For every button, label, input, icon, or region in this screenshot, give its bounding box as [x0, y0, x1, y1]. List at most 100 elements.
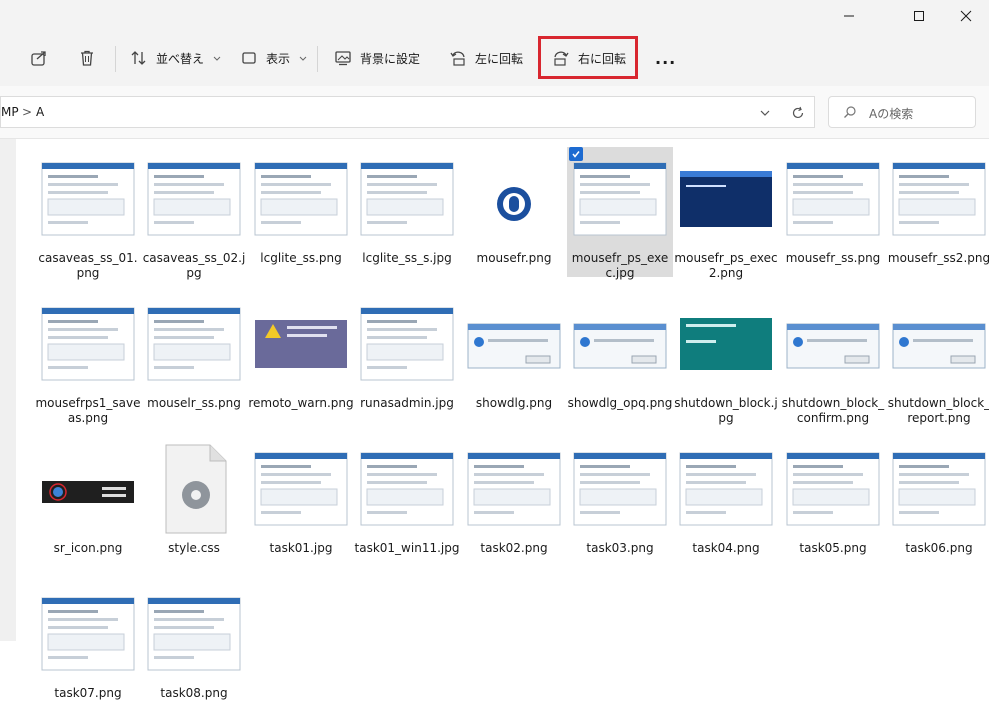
address-row: MP > A Aの検索	[0, 86, 989, 139]
file-thumbnail	[251, 439, 351, 539]
file-name: mousefr_ps_exec2.png	[674, 251, 778, 280]
file-thumbnail	[144, 294, 244, 394]
file-name: mousefr_ss.png	[785, 251, 881, 265]
toolbar-divider	[115, 46, 116, 72]
file-thumbnail	[357, 439, 457, 539]
address-bar[interactable]: MP > A	[0, 96, 815, 128]
maximize-button[interactable]	[896, 0, 942, 32]
file-thumbnail	[251, 294, 351, 394]
file-name: lcglite_ss.png	[260, 251, 342, 265]
file-thumbnail	[38, 294, 138, 394]
file-name: task06.png	[905, 541, 973, 555]
more-options-button[interactable]: ...	[655, 42, 676, 74]
file-name: task07.png	[54, 686, 122, 700]
file-name: task08.png	[160, 686, 228, 700]
file-name: shutdown_block_confirm.png	[781, 396, 885, 425]
maximize-icon	[914, 11, 924, 21]
file-thumbnail	[570, 294, 670, 394]
search-box[interactable]: Aの検索	[828, 96, 976, 128]
breadcrumb-separator: >	[22, 105, 33, 119]
rotate-left-label: 左に回転	[475, 51, 524, 66]
file-thumbnail	[783, 439, 883, 539]
file-thumbnail	[38, 149, 138, 249]
set-background-button[interactable]: 背景に設定	[334, 42, 420, 74]
file-name: showdlg_opq.png	[567, 396, 673, 410]
file-name: mouselr_ss.png	[147, 396, 241, 410]
file-thumbnail	[889, 149, 989, 249]
file-thumbnail	[38, 584, 138, 684]
file-thumbnail	[38, 439, 138, 539]
more-icon: ...	[655, 48, 677, 68]
sort-label: 並べ替え	[156, 51, 205, 66]
view-button[interactable]: 表示	[240, 42, 308, 74]
search-icon	[844, 106, 856, 118]
breadcrumb-parent[interactable]: MP	[1, 105, 19, 119]
file-name: runasadmin.jpg	[360, 396, 454, 410]
file-thumbnail	[464, 294, 564, 394]
file-name: mousefrps1_saveas.png	[35, 396, 141, 425]
navigation-pane-edge	[0, 139, 16, 641]
file-name: mousefr_ps_exec.jpg	[571, 251, 669, 280]
file-thumbnail	[144, 149, 244, 249]
share-icon	[31, 51, 46, 66]
file-thumbnail	[889, 294, 989, 394]
search-placeholder: Aの検索	[869, 107, 914, 121]
sort-button[interactable]: 並べ替え	[130, 42, 222, 74]
file-name: task03.png	[586, 541, 654, 555]
chevron-down-icon[interactable]	[759, 107, 771, 119]
delete-button[interactable]	[78, 42, 96, 74]
file-thumbnail	[783, 294, 883, 394]
title-bar	[0, 0, 989, 32]
file-name: mousefr.png	[476, 251, 552, 265]
file-thumbnail	[570, 149, 670, 249]
file-thumbnail	[676, 294, 776, 394]
file-name: remoto_warn.png	[248, 396, 354, 410]
trash-icon	[81, 50, 93, 66]
file-thumbnail	[676, 149, 776, 249]
file-name: shutdown_block_report.png	[887, 396, 989, 425]
file-name: style.css	[168, 541, 220, 555]
file-name: mousefr_ss2.png	[887, 251, 989, 265]
rotate-left-button[interactable]: 左に回転	[449, 42, 523, 74]
file-thumbnail	[144, 584, 244, 684]
sort-icon	[131, 51, 146, 65]
toolbar-divider	[317, 46, 318, 72]
file-name: task01.jpg	[269, 541, 333, 555]
file-thumbnail	[783, 149, 883, 249]
breadcrumb-current[interactable]: A	[36, 105, 44, 119]
view-label: 表示	[266, 51, 291, 66]
file-name: casaveas_ss_01.png	[38, 251, 138, 280]
file-thumbnail	[357, 294, 457, 394]
file-thumbnail	[570, 439, 670, 539]
file-thumbnail	[144, 439, 244, 539]
rotate-left-icon	[450, 51, 465, 66]
file-thumbnail	[464, 149, 564, 249]
minimize-icon	[844, 15, 854, 17]
file-thumbnail	[357, 149, 457, 249]
file-name: task01_win11.jpg	[354, 541, 460, 555]
view-icon	[242, 52, 256, 64]
set-background-label: 背景に設定	[360, 51, 421, 66]
refresh-icon[interactable]	[791, 106, 805, 120]
file-thumbnail	[676, 439, 776, 539]
close-button[interactable]	[943, 0, 989, 32]
wallpaper-icon	[335, 51, 351, 66]
file-thumbnail	[251, 149, 351, 249]
file-name: task04.png	[692, 541, 760, 555]
file-name: sr_icon.png	[53, 541, 123, 555]
minimize-button[interactable]	[826, 0, 872, 32]
file-name: shutdown_block.jpg	[674, 396, 778, 425]
share-button[interactable]	[30, 42, 48, 74]
file-name: showdlg.png	[475, 396, 553, 410]
chevron-down-icon	[299, 56, 307, 61]
highlight-box	[538, 36, 638, 79]
file-thumbnail	[464, 439, 564, 539]
file-name: task02.png	[480, 541, 548, 555]
file-grid: casaveas_ss_01.png casaveas_ss_02.jpg lcgl…	[16, 139, 989, 700]
chevron-down-icon	[213, 56, 221, 61]
file-name: lcglite_ss_s.jpg	[362, 251, 452, 265]
file-name: casaveas_ss_02.jpg	[142, 251, 246, 280]
close-icon	[960, 10, 972, 22]
file-thumbnail	[889, 439, 989, 539]
command-bar: 並べ替え 表示 背景に設定 左に回転 右に回転 ...	[0, 32, 989, 86]
